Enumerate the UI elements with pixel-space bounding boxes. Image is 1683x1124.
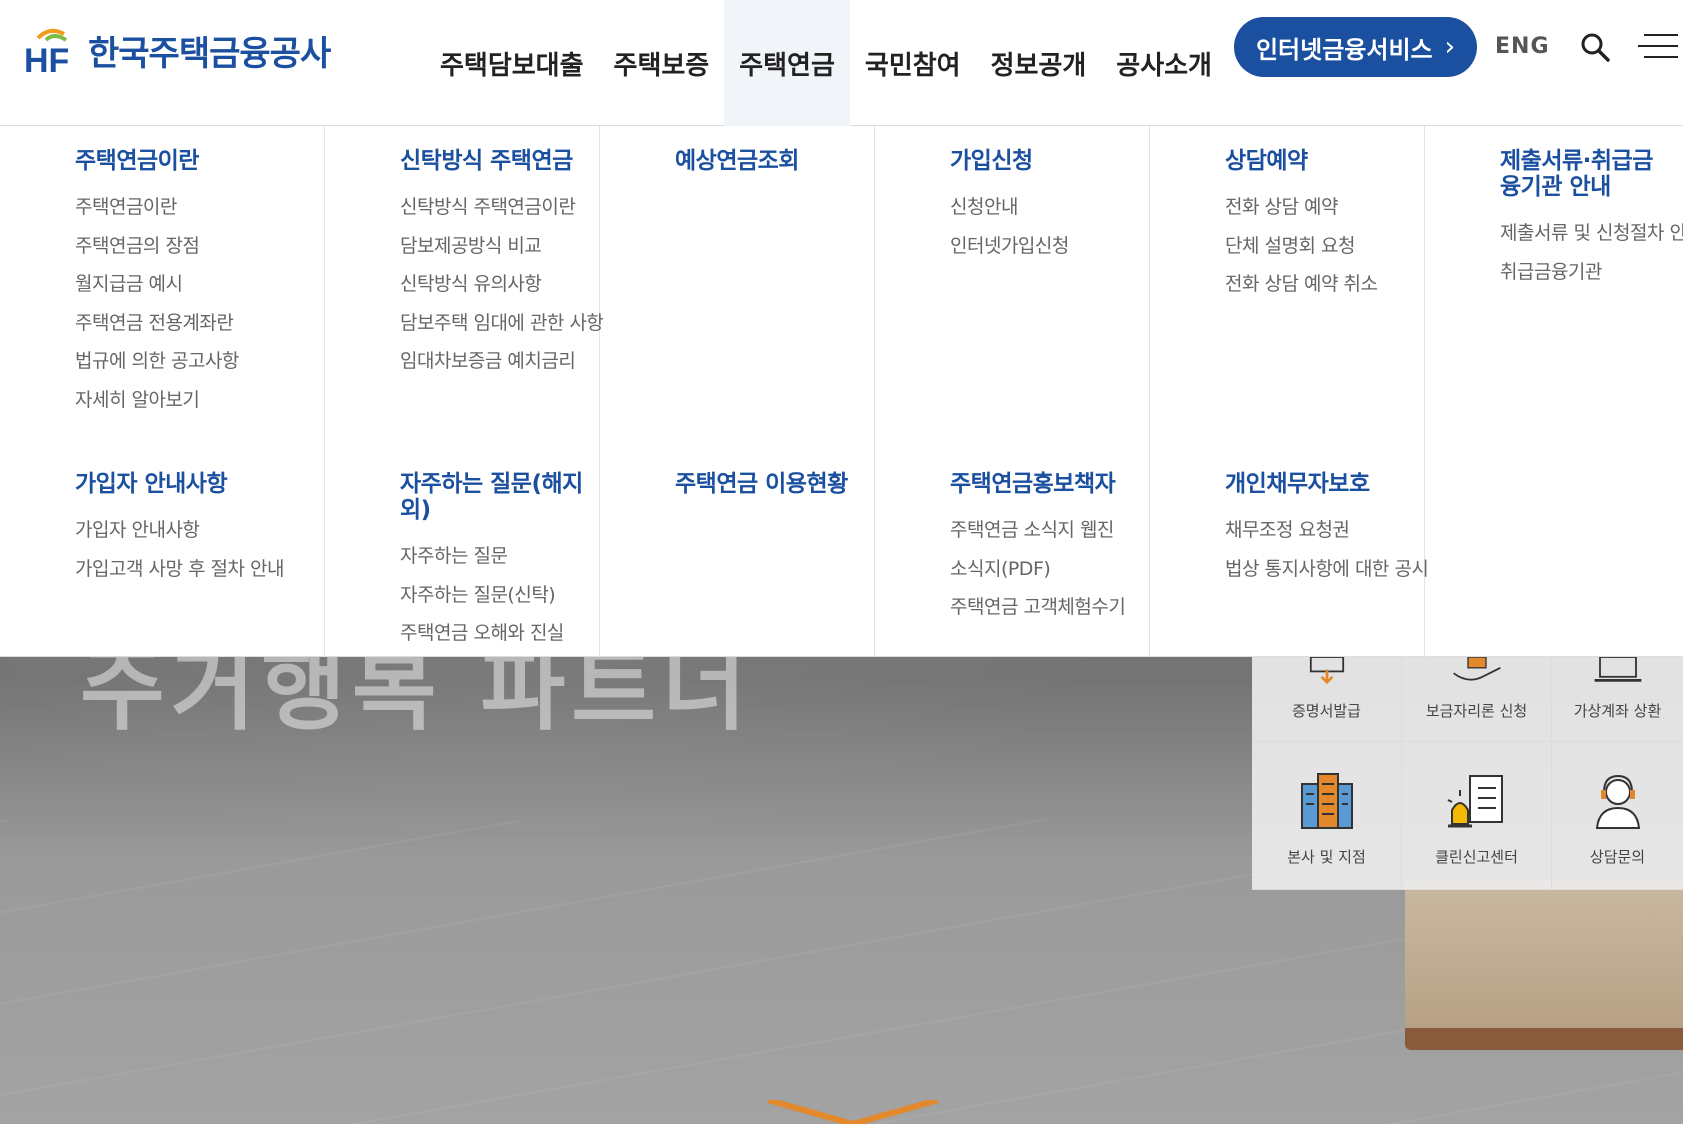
- mega-group-title[interactable]: 가입신청: [950, 148, 1139, 174]
- mega-link[interactable]: 전화 상담 예약: [1225, 188, 1414, 227]
- hf-logo-icon: HF: [24, 28, 69, 74]
- mega-link[interactable]: 단체 설명회 요청: [1225, 227, 1414, 266]
- headset-person-icon: [1595, 774, 1640, 829]
- mega-link[interactable]: 취급금융기관: [1500, 253, 1673, 292]
- mega-group: 가입자 안내사항 가입자 안내사항 가입고객 사망 후 절차 안내: [75, 471, 314, 588]
- quick-consultation[interactable]: 상담문의: [1552, 742, 1683, 890]
- quick-mortgage-apply[interactable]: 보금자리론 신청: [1402, 657, 1552, 742]
- internet-service-button[interactable]: 인터넷금융서비스 ›: [1234, 17, 1477, 77]
- mega-group: 주택연금홍보책자주택연금 소식지 웹진 소식지(PDF) 주택연금 고객체험수기: [950, 471, 1139, 627]
- hand-house-icon: [1452, 657, 1501, 681]
- mega-link[interactable]: 신탁방식 유의사항: [400, 265, 589, 304]
- mega-group-title[interactable]: 제출서류·취급금융기관 안내: [1500, 148, 1673, 200]
- mega-link[interactable]: 월지급금 예시: [75, 265, 314, 304]
- mega-link[interactable]: 전화 상담 예약 취소: [1225, 265, 1414, 304]
- main-nav: 주택담보대출 주택보증 주택연금 국민참여 정보공개 공사소개: [425, 0, 1227, 126]
- quick-clean-report[interactable]: 클린신고센터: [1402, 742, 1552, 890]
- eng-language-link[interactable]: ENG: [1495, 34, 1550, 59]
- hero-chevron-icon[interactable]: [768, 1100, 938, 1124]
- mega-group: 주택연금이란 주택연금이란 주택연금의 장점 월지급금 예시 주택연금 전용계좌란 법규에…: [75, 148, 314, 419]
- quick-menu: 증명서발급 보금자리론 신청 가상계좌 상환 본사 및 지점 클린신고센터 상담…: [1252, 657, 1683, 890]
- nav-housing-pension[interactable]: 주택연금: [724, 0, 850, 126]
- hero-wooden-box: [1405, 880, 1683, 1050]
- mega-link[interactable]: 주택연금의 장점: [75, 227, 314, 266]
- mega-link[interactable]: 담보제공방식 비교: [400, 227, 589, 266]
- mega-link[interactable]: 법상 통지사항에 대한 공시: [1225, 550, 1429, 589]
- search-icon[interactable]: [1580, 32, 1610, 62]
- mega-link[interactable]: 주택연금이란: [75, 188, 314, 227]
- internet-service-label: 인터넷금융서비스: [1255, 35, 1433, 64]
- mega-link[interactable]: 채무조정 요청권: [1225, 511, 1414, 550]
- building-icon: [1300, 773, 1353, 829]
- mega-link[interactable]: 주택연금 전용계좌란: [75, 304, 314, 343]
- mega-link[interactable]: 주택연금 소식지 웹진: [950, 511, 1139, 550]
- mega-group: 주택연금 이용현황: [675, 471, 864, 511]
- mega-link[interactable]: 법규에 의한 공고사항: [75, 342, 314, 381]
- mega-link[interactable]: 자주하는 질문: [400, 537, 589, 576]
- svg-text:HF: HF: [24, 42, 69, 74]
- mega-link[interactable]: 가입고객 사망 후 절차 안내: [75, 550, 314, 589]
- mega-group: 개인채무자보호채무조정 요청권 법상 통지사항에 대한 공시: [1225, 471, 1429, 589]
- hamburger-menu-icon[interactable]: [1638, 33, 1678, 59]
- mega-group-title[interactable]: 주택연금이란: [75, 148, 314, 174]
- mega-link[interactable]: 가입자 안내사항: [75, 511, 314, 550]
- mega-group-title[interactable]: 주택연금홍보책자: [950, 471, 1139, 497]
- mega-group-title[interactable]: 개인채무자보호: [1225, 471, 1414, 497]
- nav-information-disclosure[interactable]: 정보공개: [976, 0, 1102, 126]
- siren-document-icon: [1447, 775, 1503, 828]
- mega-link[interactable]: 담보주택 임대에 관한 사항: [400, 304, 604, 343]
- mega-group-title[interactable]: 신탁방식 주택연금: [400, 148, 589, 174]
- nav-housing-guarantee[interactable]: 주택보증: [599, 0, 725, 126]
- quick-certificate[interactable]: 증명서발급: [1252, 657, 1402, 742]
- logo-text: 한국주택금융공사: [88, 35, 331, 73]
- mega-column-trust-pension: 신탁방식 주택연금신탁방식 주택연금이란 담보제공방식 비교 신탁방식 유의사항 담보…: [325, 126, 604, 657]
- mega-link[interactable]: 주택연금 오해와 진실: [400, 614, 589, 653]
- mega-column-documents-institutions: 제출서류·취급금융기관 안내제출서류 및 신청절차 안내취급금융기관: [1425, 126, 1683, 657]
- mega-group: 가입신청신청안내 인터넷가입신청: [950, 148, 1139, 265]
- mega-group: 예상연금조회: [675, 148, 864, 188]
- mega-link[interactable]: 신청안내: [950, 188, 1139, 227]
- mega-group: 신탁방식 주택연금신탁방식 주택연금이란 담보제공방식 비교 신탁방식 유의사항 담보…: [400, 148, 604, 381]
- mega-group: 자주하는 질문(해지 외) 자주하는 질문 자주하는 질문(신탁) 주택연금 오해와 …: [400, 471, 589, 653]
- nav-mortgage-loan[interactable]: 주택담보대출: [425, 0, 599, 126]
- mega-group-title[interactable]: 상담예약: [1225, 148, 1414, 174]
- chevron-right-icon: ›: [1444, 32, 1456, 62]
- mega-link[interactable]: 제출서류 및 신청절차 안내: [1500, 214, 1683, 253]
- mega-column-expected-pension: 예상연금조회주택연금 이용현황: [600, 126, 875, 657]
- quick-virtual-account[interactable]: 가상계좌 상환: [1552, 657, 1683, 742]
- mega-group-title[interactable]: 예상연금조회: [675, 148, 864, 174]
- mega-link[interactable]: 주택연금 고객체험수기: [950, 588, 1139, 627]
- mega-group-title[interactable]: 자주하는 질문(해지 외): [400, 471, 589, 523]
- mega-link[interactable]: 임대차보증금 예치금리: [400, 342, 589, 381]
- mega-link[interactable]: 소식지(PDF): [950, 550, 1139, 589]
- mega-group-title[interactable]: 가입자 안내사항: [75, 471, 314, 497]
- logo[interactable]: HF 한국주택금융공사: [24, 26, 331, 75]
- mega-column-join-apply: 가입신청신청안내 인터넷가입신청주택연금홍보책자주택연금 소식지 웹진 소식지(PD…: [875, 126, 1150, 657]
- site-header: HF 한국주택금융공사 주택담보대출 주택보증 주택연금 국민참여 정보공개 공…: [0, 0, 1683, 126]
- laptop-icon: [1594, 657, 1641, 682]
- mega-link[interactable]: 자세히 알아보기: [75, 381, 314, 420]
- certificate-icon: [1309, 657, 1344, 684]
- mega-link[interactable]: 인터넷가입신청: [950, 227, 1139, 266]
- nav-public-participation[interactable]: 국민참여: [850, 0, 976, 126]
- nav-company-intro[interactable]: 공사소개: [1101, 0, 1227, 126]
- mega-link[interactable]: 신탁방식 주택연금이란: [400, 188, 589, 227]
- mega-group: 제출서류·취급금융기관 안내제출서류 및 신청절차 안내취급금융기관: [1500, 148, 1683, 292]
- mega-menu: 주택연금이란 주택연금이란 주택연금의 장점 월지급금 예시 주택연금 전용계좌란 법규에…: [0, 126, 1683, 657]
- mega-column-consult-reservation: 상담예약전화 상담 예약 단체 설명회 요청 전화 상담 예약 취소개인채무자보호채…: [1150, 126, 1429, 657]
- quick-branches[interactable]: 본사 및 지점: [1252, 742, 1402, 890]
- mega-column-pension-intro: 주택연금이란 주택연금이란 주택연금의 장점 월지급금 예시 주택연금 전용계좌란 법규에…: [0, 126, 325, 657]
- mega-link[interactable]: 자주하는 질문(신탁): [400, 576, 589, 615]
- mega-group: 상담예약전화 상담 예약 단체 설명회 요청 전화 상담 예약 취소: [1225, 148, 1414, 304]
- mega-group-title[interactable]: 주택연금 이용현황: [675, 471, 864, 497]
